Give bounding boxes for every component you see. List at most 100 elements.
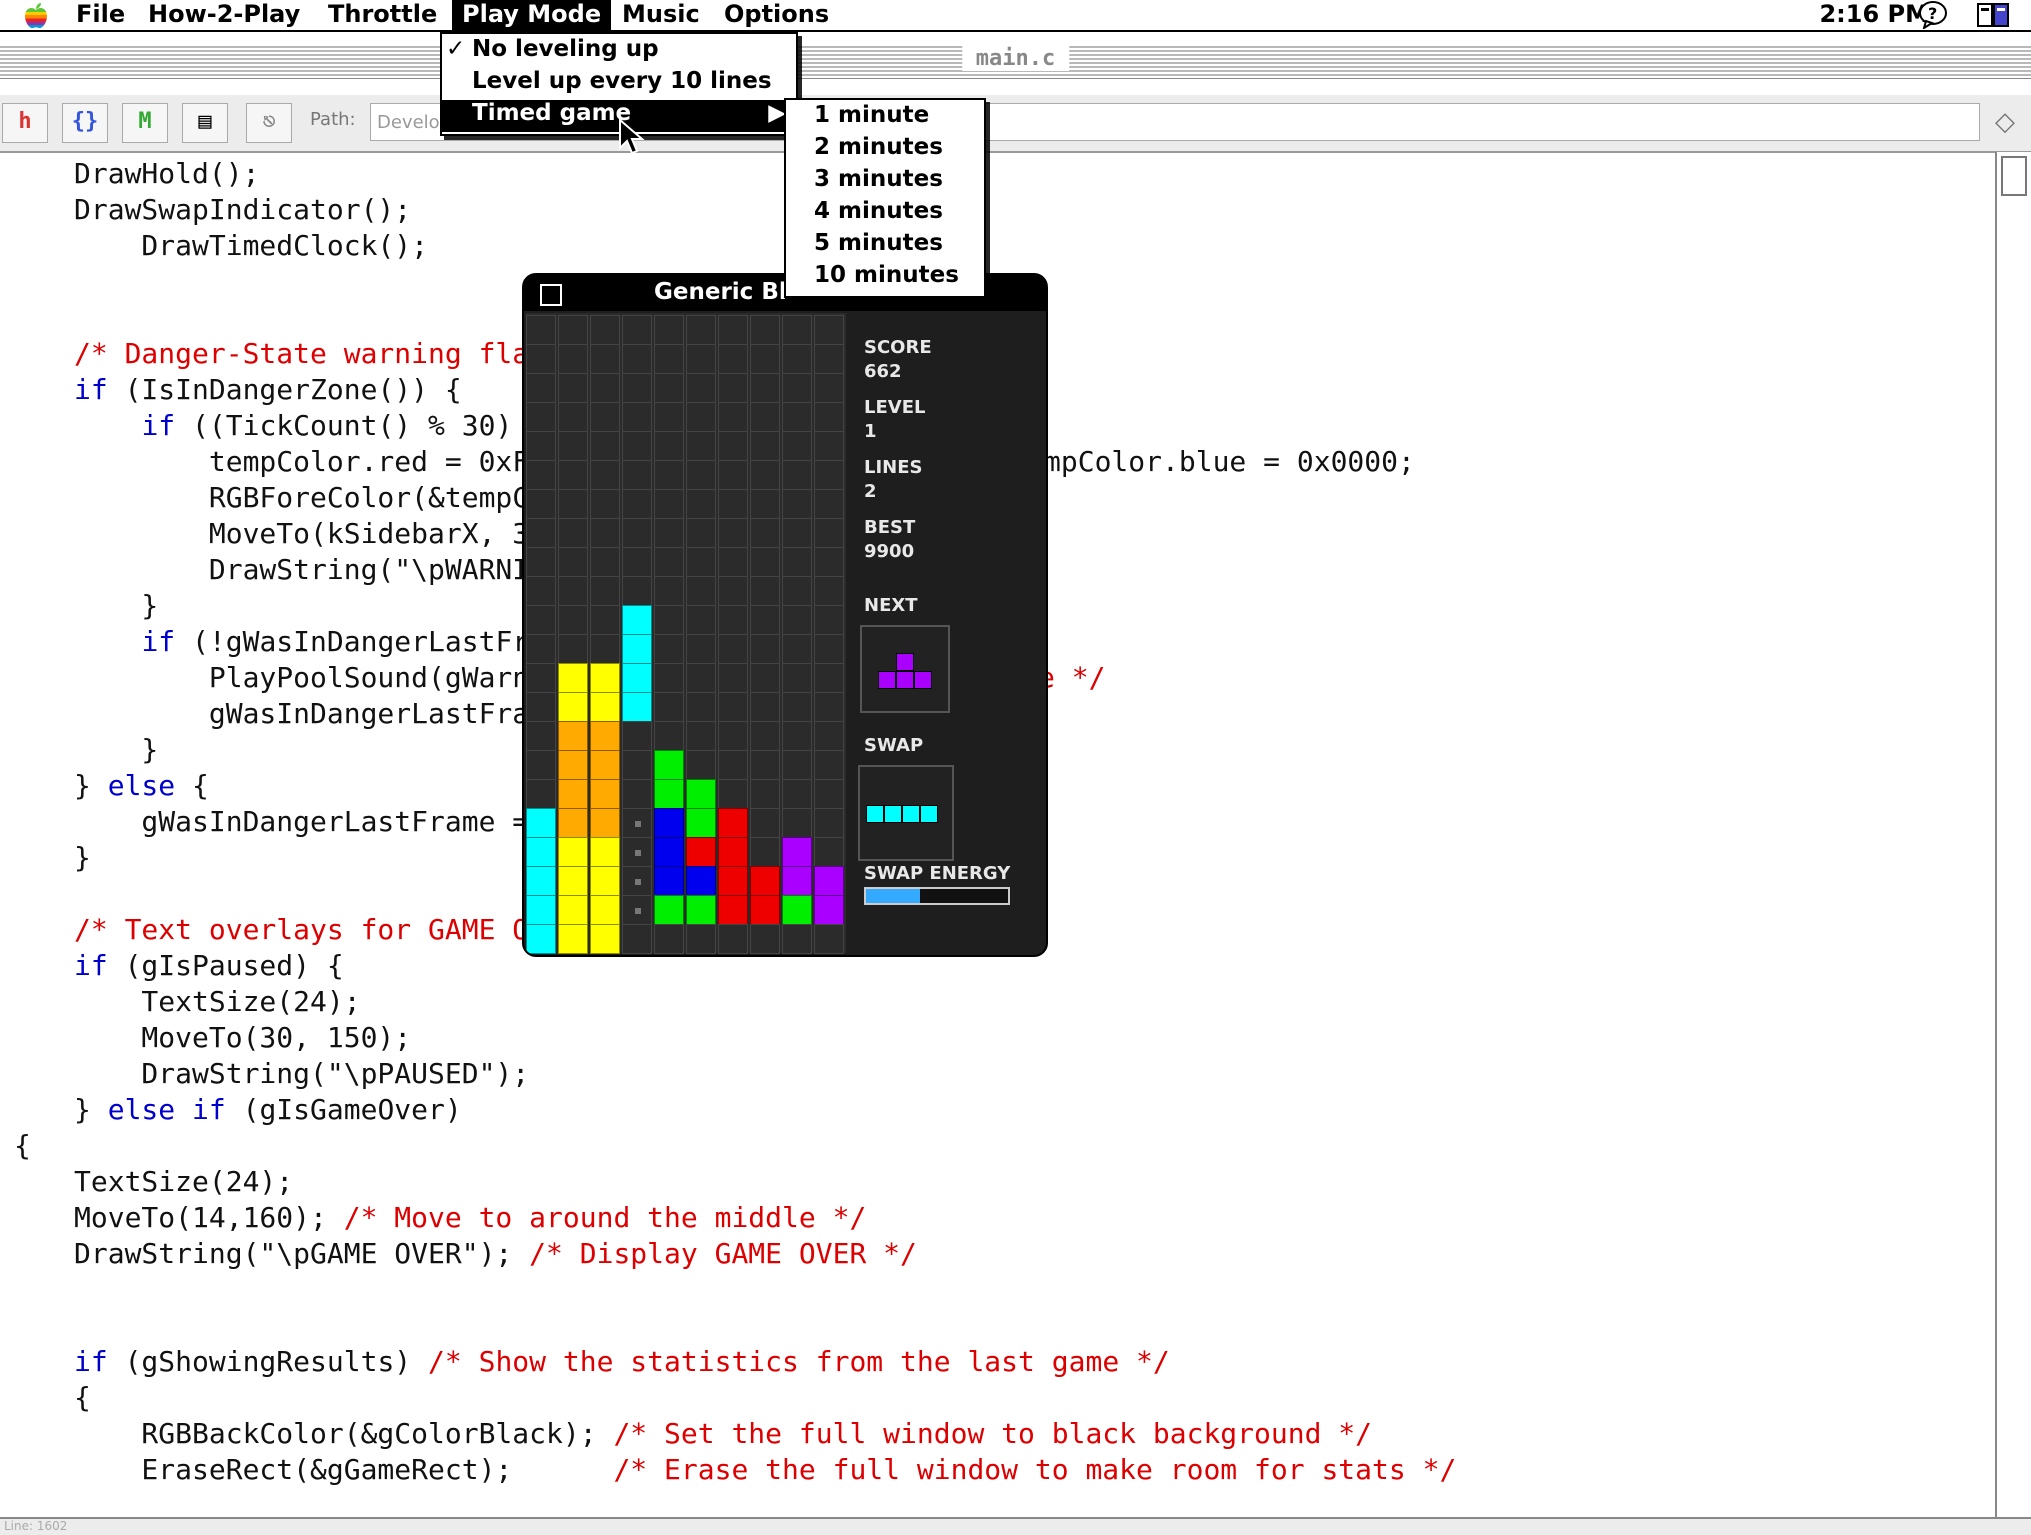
board-cell <box>686 402 716 432</box>
board-cell <box>750 518 780 548</box>
board-cell <box>526 808 556 838</box>
board-cell <box>686 518 716 548</box>
close-box-icon[interactable] <box>540 284 562 306</box>
board-cell <box>782 779 812 809</box>
menu-how-2-play[interactable]: How-2-Play <box>138 0 310 30</box>
play-mode-item[interactable]: Level up every 10 lines <box>442 68 796 100</box>
board-cell <box>750 344 780 374</box>
code-line[interactable]: TextSize(24); <box>74 1164 293 1200</box>
code-line[interactable]: RGBForeColor(&tempCo <box>74 480 546 516</box>
code-text: (IsInDangerZone()) { <box>107 373 462 406</box>
code-line[interactable]: /* Danger-State warning flas <box>74 336 546 372</box>
board-cell <box>590 750 620 780</box>
apple-menu-icon[interactable] <box>22 2 50 30</box>
code-line[interactable]: if (!gWasInDangerLastFra <box>74 624 546 660</box>
play-mode-item-label: Level up every 10 lines <box>472 68 772 94</box>
code-line[interactable]: MoveTo(30, 150); <box>74 1020 411 1056</box>
code-line[interactable]: MoveTo(kSidebarX, 31 <box>74 516 546 552</box>
scrollbar-thumb[interactable] <box>2001 156 2027 196</box>
code-line[interactable]: { <box>74 1380 91 1416</box>
code-line[interactable]: MoveTo(14,160); /* Move to around the mi… <box>74 1200 866 1236</box>
code-comment: /* Text overlays for GAME OV <box>74 913 547 946</box>
board-cell <box>526 692 556 722</box>
board-cell <box>590 489 620 519</box>
functions-popup-button[interactable]: {} <box>62 103 108 143</box>
preview-block <box>914 671 932 689</box>
board-cell <box>718 634 748 664</box>
timed-game-item[interactable]: 2 minutes <box>786 134 984 166</box>
code-text: (gShowingResults) <box>107 1345 429 1378</box>
board-cell <box>814 692 844 722</box>
help-balloon-icon[interactable]: ? <box>1918 1 1948 31</box>
next-label: NEXT <box>864 595 918 616</box>
timed-game-item[interactable]: 1 minute <box>786 102 984 134</box>
swap-piece-preview <box>858 765 954 861</box>
code-line[interactable]: PlayPoolSound(gWarni <box>74 660 546 696</box>
menu-options[interactable]: Options <box>714 0 839 30</box>
code-line[interactable]: TextSize(24); <box>74 984 360 1020</box>
menu-clock[interactable]: 2:16 PM <box>1819 0 1929 30</box>
code-line[interactable]: DrawTimedClock(); <box>74 228 428 264</box>
menu-throttle[interactable]: Throttle <box>318 0 447 30</box>
application-menu-icon[interactable] <box>1976 2 2012 28</box>
board-cell <box>558 895 588 925</box>
code-line[interactable]: } else { <box>74 768 209 804</box>
header-files-button[interactable]: h <box>2 103 48 143</box>
code-line[interactable]: EraseRect(&gGameRect); /* Erase the full… <box>74 1452 1456 1488</box>
split-diamond-icon[interactable]: ◇ <box>1995 107 2015 137</box>
board-cell <box>590 605 620 635</box>
board-cell <box>526 315 556 345</box>
timed-game-item[interactable]: 3 minutes <box>786 166 984 198</box>
game-board[interactable] <box>526 313 846 954</box>
code-line[interactable]: DrawString("\pGAME OVER"); /* Display GA… <box>74 1236 917 1272</box>
editor-window-titlebar[interactable]: main.c <box>0 44 2031 79</box>
code-line[interactable]: } else if (gIsGameOver) <box>74 1092 462 1128</box>
menu-play-mode[interactable]: Play Mode <box>452 0 612 30</box>
board-cell <box>590 692 620 722</box>
board-cell <box>718 547 748 577</box>
board-cell <box>686 576 716 606</box>
code-line[interactable]: DrawSwapIndicator(); <box>74 192 411 228</box>
board-cell <box>526 779 556 809</box>
board-cell <box>590 895 620 925</box>
board-cell <box>718 692 748 722</box>
lines-value: 2 <box>864 481 877 502</box>
code-line[interactable]: RGBBackColor(&gColorBlack); /* Set the f… <box>74 1416 1372 1452</box>
menu-bar: File How-2-Play Throttle Play Mode Music… <box>0 0 2031 32</box>
code-line[interactable]: DrawString("\pWARNIN <box>74 552 546 588</box>
board-cell <box>814 808 844 838</box>
vertical-scrollbar[interactable] <box>1995 152 2031 1517</box>
timed-game-item[interactable]: 10 minutes <box>786 262 984 294</box>
menu-music[interactable]: Music <box>612 0 710 30</box>
board-cell <box>558 489 588 519</box>
board-cell <box>686 663 716 693</box>
code-line[interactable]: } <box>74 840 91 876</box>
code-line[interactable]: } <box>74 588 158 624</box>
menu-file[interactable]: File <box>66 0 135 30</box>
code-line[interactable]: DrawHold(); <box>74 156 259 192</box>
code-line[interactable]: gWasInDangerLastFram <box>74 696 546 732</box>
code-line[interactable]: /* Text overlays for GAME OV <box>74 912 546 948</box>
code-line[interactable]: if ((TickCount() % 30) < <box>74 408 546 444</box>
board-cell <box>718 489 748 519</box>
board-cell <box>782 837 812 867</box>
code-line[interactable]: gWasInDangerLastFrame = <box>74 804 546 840</box>
game-window[interactable]: Generic Bl SCORE 662 LEVEL 1 LINES 2 BES… <box>522 273 1048 957</box>
lock-button[interactable]: ⎋ <box>246 103 292 143</box>
code-line[interactable]: if (gShowingResults) /* Show the statist… <box>74 1344 1170 1380</box>
code-line[interactable]: DrawString("\pPAUSED"); <box>74 1056 529 1092</box>
code-text: } <box>74 1093 108 1126</box>
timed-game-item[interactable]: 5 minutes <box>786 230 984 262</box>
board-cell <box>558 431 588 461</box>
board-cell <box>526 547 556 577</box>
play-mode-item[interactable]: ✓ No leveling up <box>442 36 796 68</box>
code-text: { <box>14 1129 31 1162</box>
markers-popup-button[interactable]: M <box>122 103 168 143</box>
code-line[interactable]: tempColor.red = 0xFF <box>74 444 546 480</box>
code-line[interactable]: { <box>14 1128 31 1164</box>
timed-game-item[interactable]: 4 minutes <box>786 198 984 230</box>
code-line[interactable]: if (IsInDangerZone()) { <box>74 372 462 408</box>
code-line[interactable]: } <box>74 732 158 768</box>
code-line[interactable]: if (gIsPaused) { <box>74 948 344 984</box>
document-options-button[interactable]: ▤ <box>182 103 228 143</box>
